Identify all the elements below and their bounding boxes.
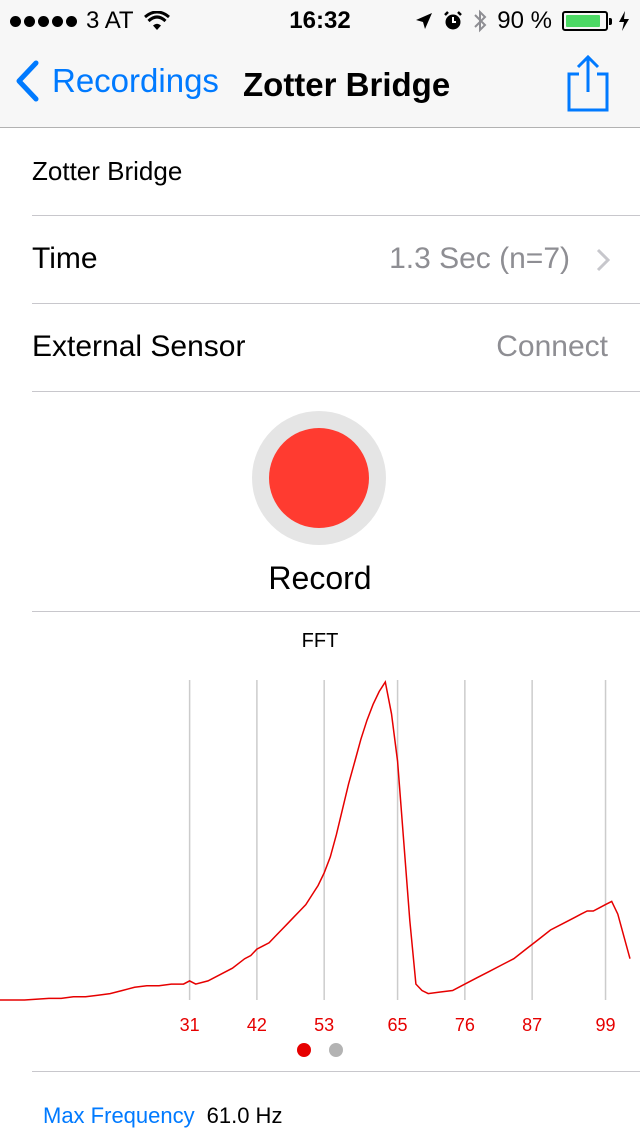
page-indicator-inactive[interactable] — [329, 1043, 343, 1057]
x-tick-label: 87 — [522, 1015, 542, 1035]
x-tick-label: 65 — [388, 1015, 408, 1035]
page-indicator-active[interactable] — [297, 1043, 311, 1057]
x-tick-label: 53 — [314, 1015, 334, 1035]
fft-chart: 31 42 53 65 76 87 99 — [0, 680, 631, 1035]
max-frequency: Max Frequency 61.0 Hz — [43, 1103, 282, 1129]
x-tick-label: 76 — [455, 1015, 475, 1035]
x-tick-label: 99 — [596, 1015, 616, 1035]
fft-series-line — [0, 680, 631, 1001]
max-frequency-value: 61.0 Hz — [206, 1103, 283, 1128]
x-tick-label: 42 — [247, 1015, 267, 1035]
x-tick-label: 31 — [180, 1015, 200, 1035]
max-frequency-label: Max Frequency — [43, 1103, 195, 1128]
divider — [32, 1071, 640, 1072]
